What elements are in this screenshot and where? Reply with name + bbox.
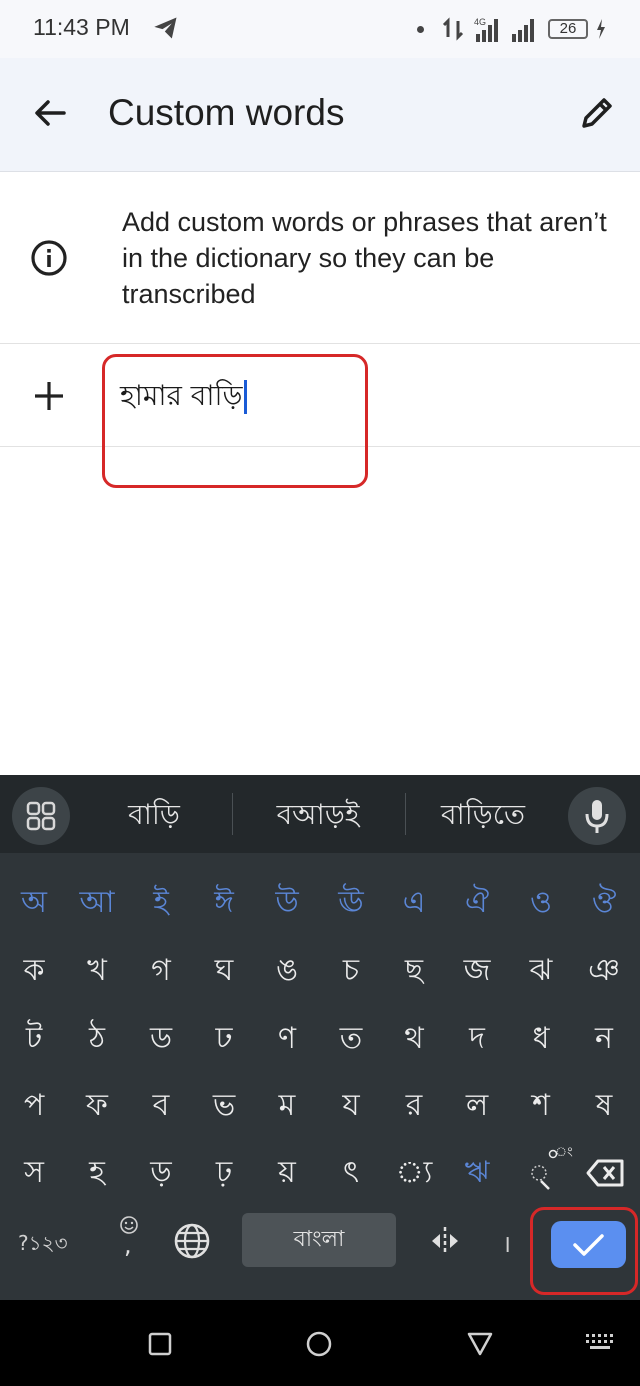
key-letter[interactable]: য় (255, 1141, 319, 1205)
input-highlight-box (102, 354, 368, 488)
status-indicators: 4G 26 (417, 14, 606, 44)
key-letter[interactable]: ড (129, 1007, 193, 1071)
recents-icon[interactable] (148, 1332, 172, 1356)
key-letter[interactable]: ্য (382, 1141, 446, 1205)
key-vowel[interactable]: ই (129, 871, 193, 935)
key-letter[interactable]: ব (129, 1074, 193, 1138)
key-letter[interactable]: চ (319, 939, 383, 1003)
grid-icon (26, 801, 56, 831)
back-triangle-icon[interactable] (466, 1331, 494, 1357)
key-letter[interactable]: ণ (255, 1007, 319, 1071)
key-vowel[interactable]: উ (255, 871, 319, 935)
keyboard-menu-button[interactable] (12, 787, 70, 845)
key-letter[interactable]: থ (382, 1007, 446, 1071)
keyboard-hide-icon[interactable] (584, 1332, 616, 1354)
key-letter[interactable]: ঠ (65, 1007, 129, 1071)
danda-key[interactable]: । (502, 1227, 511, 1260)
microphone-icon (585, 800, 609, 833)
space-key[interactable]: বাংলা (242, 1213, 396, 1267)
plus-icon[interactable] (30, 377, 68, 415)
key-letter[interactable]: ৎ (319, 1141, 383, 1205)
key-letter[interactable]: ত (319, 1007, 383, 1071)
suggestion-bar: বাড়ি বআড়ই বাড়িতে (0, 775, 640, 853)
consonant-key-row-2: ট ঠ ড ঢ ণ ত থ দ ধ ন (0, 1007, 640, 1071)
consonant-key-row-1: ক খ গ ঘ ঙ চ ছ জ ঝ ঞ (0, 939, 640, 1003)
key-letter[interactable]: জ (445, 939, 509, 1003)
globe-icon[interactable] (172, 1221, 212, 1261)
key-letter[interactable]: হ (65, 1141, 129, 1205)
backspace-key[interactable] (572, 1141, 636, 1205)
key-letter[interactable]: ঙ (255, 939, 319, 1003)
key-letter[interactable]: ক (2, 939, 66, 1003)
key-letter[interactable]: ঞ (572, 939, 636, 1003)
key-vowel[interactable]: ঊ (319, 871, 383, 935)
suggestion-divider (232, 793, 233, 835)
emoji-comma-key[interactable]: , (108, 1211, 152, 1269)
comma-label: , (124, 1231, 132, 1259)
telegram-icon (154, 17, 177, 39)
key-vowel[interactable]: ও (509, 871, 573, 935)
consonant-key-row-3: প ফ ব ভ ম য র ল শ ষ (0, 1074, 640, 1138)
voice-input-button[interactable] (568, 787, 626, 845)
backspace-icon (586, 1159, 624, 1187)
key-letter[interactable]: ভ (192, 1074, 256, 1138)
key-letter[interactable]: ঘ (192, 939, 256, 1003)
status-bar: 11:43 PM 4G 26 (0, 0, 640, 58)
key-vowel[interactable]: ঐ (445, 871, 509, 935)
key-letter[interactable]: খ (65, 939, 129, 1003)
system-nav-bar (0, 1300, 640, 1386)
key-letter[interactable]: ন (572, 1007, 636, 1071)
key-letter[interactable]: ল (445, 1074, 509, 1138)
key-letter[interactable]: ষ (572, 1074, 636, 1138)
page-title: Custom words (108, 92, 345, 133)
suggestion-2[interactable]: বআড়ই (246, 793, 390, 840)
done-highlight-box (530, 1207, 638, 1295)
signal-icon (512, 19, 534, 42)
key-letter[interactable]: ঢ (192, 1007, 256, 1071)
key-vowel[interactable]: এ (382, 871, 446, 935)
pencil-icon[interactable] (572, 88, 622, 138)
key-letter[interactable]: স (2, 1141, 66, 1205)
vowel-key-row: অ আ ই ঈ উ ঊ এ ঐ ও ঔ (0, 871, 640, 935)
key-letter[interactable]: ঝ (509, 939, 573, 1003)
hasant-superscript: ং (555, 1145, 573, 1160)
notification-dot-icon (417, 25, 424, 33)
key-vowel[interactable]: ঈ (192, 871, 256, 935)
suggestion-1[interactable]: বাড়ি (88, 793, 220, 840)
symbols-key[interactable]: ?১২৩ (18, 1229, 68, 1262)
key-vowel[interactable]: আ (65, 871, 129, 935)
status-time: 11:43 PM (33, 14, 130, 40)
app-bar: Custom words (0, 58, 640, 172)
key-letter[interactable]: ঢ় (192, 1141, 256, 1205)
key-letter[interactable]: ফ (65, 1074, 129, 1138)
charging-icon (597, 19, 605, 39)
key-letter[interactable]: র (382, 1074, 446, 1138)
svg-text:4G: 4G (474, 17, 486, 27)
cursor-move-icon[interactable] (420, 1221, 470, 1261)
key-letter[interactable]: ম (255, 1074, 319, 1138)
key-vowel[interactable]: অ (2, 871, 66, 935)
info-text: Add custom words or phrases that aren’t … (122, 207, 607, 309)
back-arrow-icon[interactable] (26, 88, 76, 138)
suggestion-divider (405, 793, 406, 835)
key-letter[interactable]: ট (2, 1007, 66, 1071)
battery-icon: 26 (548, 19, 588, 39)
consonant-key-row-4: স হ ড় ঢ় য় ৎ ্য ঋ ং (0, 1141, 640, 1205)
data-transfer-icon (442, 17, 464, 41)
key-letter[interactable]: দ (445, 1007, 509, 1071)
info-icon (31, 240, 67, 276)
key-letter[interactable]: ঋ (445, 1141, 509, 1205)
home-icon[interactable] (305, 1330, 333, 1358)
key-letter[interactable]: গ (129, 939, 193, 1003)
key-letter[interactable]: ধ (509, 1007, 573, 1071)
key-hasant[interactable]: ং (509, 1141, 573, 1205)
key-letter[interactable]: ছ (382, 939, 446, 1003)
key-vowel[interactable]: ঔ (572, 871, 636, 935)
key-letter[interactable]: প (2, 1074, 66, 1138)
key-letter[interactable]: ড় (129, 1141, 193, 1205)
suggestion-3[interactable]: বাড়িতে (414, 793, 552, 840)
info-row: Add custom words or phrases that aren’t … (0, 172, 640, 344)
signal-4g-icon: 4G (474, 17, 498, 42)
key-letter[interactable]: য (319, 1074, 383, 1138)
